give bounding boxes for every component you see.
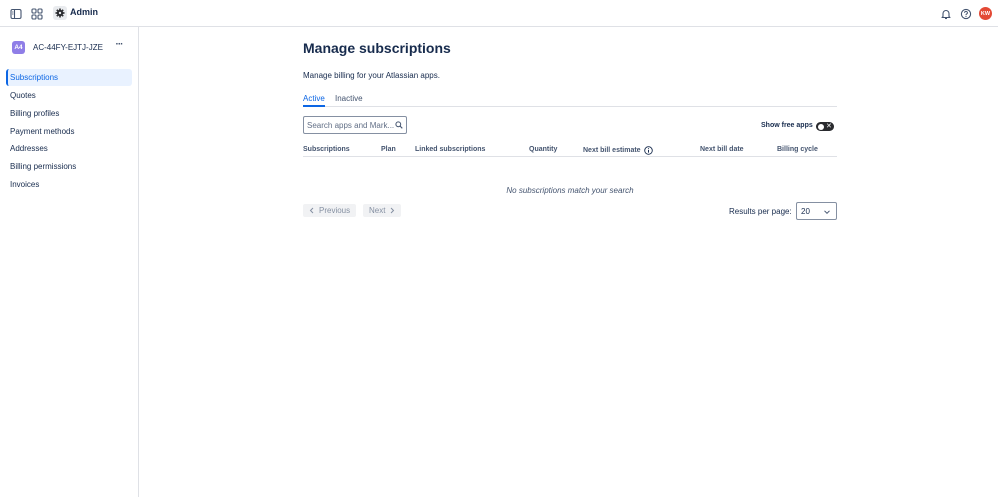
sidebar-item-addresses[interactable]: Addresses <box>6 140 132 157</box>
search-icon <box>395 121 403 129</box>
chevron-right-icon <box>391 207 395 214</box>
org-badge: A4 <box>12 41 25 54</box>
column-header-linked-subscriptions[interactable]: Linked subscriptions <box>415 146 485 153</box>
info-icon[interactable] <box>643 146 653 155</box>
previous-label: Previous <box>319 206 351 215</box>
column-header-plan[interactable]: Plan <box>381 146 396 153</box>
column-header-subscriptions[interactable]: Subscriptions <box>303 146 350 153</box>
toggle-knob <box>818 123 824 130</box>
show-free-apps-label: Show free apps <box>761 122 813 129</box>
show-free-apps-toggle[interactable]: ✕ <box>816 122 834 131</box>
results-per-page-select[interactable]: 20 <box>796 202 837 220</box>
gear-icon[interactable] <box>53 6 67 20</box>
page-description: Manage billing for your Atlassian apps. <box>303 71 440 80</box>
search-box <box>303 116 407 134</box>
next-label: Next <box>369 206 386 215</box>
empty-state-message: No subscriptions match your search <box>506 186 634 195</box>
org-name[interactable]: AC-44FY-EJTJ-JZE <box>33 43 105 52</box>
avatar[interactable]: KW <box>979 7 992 20</box>
column-header-next-bill-date[interactable]: Next bill date <box>700 146 744 153</box>
sidebar-item-quotes[interactable]: Quotes <box>6 87 132 104</box>
tab-active[interactable]: Active <box>303 94 325 107</box>
chevron-down-icon <box>824 210 830 215</box>
more-options-icon[interactable]: ··· <box>112 39 126 51</box>
page-title: Manage subscriptions <box>303 40 451 56</box>
results-per-page-value: 20 <box>801 207 810 216</box>
next-page-button[interactable]: Next <box>363 204 402 217</box>
column-header-label: Next bill estimate <box>583 147 641 154</box>
previous-page-button[interactable]: Previous <box>303 204 357 217</box>
chevron-left-icon <box>309 207 314 214</box>
column-header-quantity[interactable]: Quantity <box>529 146 557 153</box>
bell-icon[interactable] <box>938 6 954 22</box>
table-header: Subscriptions Plan Linked subscriptions … <box>303 143 837 157</box>
column-header-billing-cycle[interactable]: Billing cycle <box>777 146 818 153</box>
search-input[interactable] <box>307 119 395 131</box>
column-header-next-bill-estimate[interactable]: Next bill estimate <box>583 146 653 155</box>
app-title[interactable]: Admin <box>70 7 98 17</box>
sidebar-toggle-icon[interactable] <box>8 6 24 22</box>
sidebar: A4 AC-44FY-EJTJ-JZE ··· Subscriptions Qu… <box>0 27 139 497</box>
sidebar-item-billing-permissions[interactable]: Billing permissions <box>6 158 132 175</box>
top-navigation-bar: Admin KW <box>0 0 998 27</box>
app-switcher-icon[interactable] <box>29 6 45 22</box>
sidebar-item-invoices[interactable]: Invoices <box>6 176 132 193</box>
tab-inactive[interactable]: Inactive <box>335 94 363 107</box>
sidebar-item-billing-profiles[interactable]: Billing profiles <box>6 105 132 122</box>
sidebar-item-subscriptions[interactable]: Subscriptions <box>6 69 132 86</box>
sidebar-item-payment-methods[interactable]: Payment methods <box>6 123 132 140</box>
subscription-tabs: Active Inactive <box>303 92 837 107</box>
results-per-page-label: Results per page: <box>729 207 792 216</box>
close-icon: ✕ <box>826 123 832 130</box>
help-icon[interactable] <box>958 6 974 22</box>
